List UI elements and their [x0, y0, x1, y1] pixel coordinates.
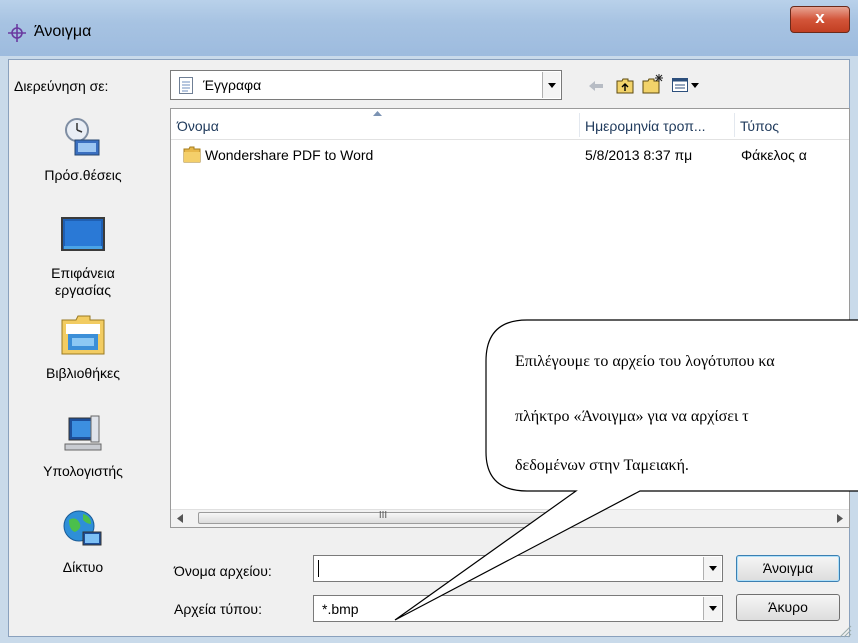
place-desktop-label: Επιφάνεια εργασίας	[51, 265, 115, 298]
chevron-down-icon	[708, 566, 717, 571]
open-button[interactable]: Άνοιγμα	[736, 555, 840, 582]
lookin-combobox[interactable]: Έγγραφα	[170, 70, 562, 100]
filename-dropdown-button[interactable]	[703, 557, 721, 580]
resize-grip-icon[interactable]	[838, 624, 852, 638]
list-item[interactable]: Wondershare PDF to Word 5/8/2013 8:37 πμ…	[171, 143, 849, 167]
scroll-grip: III	[378, 510, 388, 521]
text-caret	[318, 560, 319, 577]
place-libraries-label: Βιβλιοθήκες	[46, 365, 120, 381]
callout-line-1: Επιλέγουμε το αρχείο του λογότυπου κα	[515, 353, 775, 370]
filename-label: Όνομα αρχείου:	[174, 563, 272, 579]
title-bar[interactable]: Άνοιγμα x	[0, 0, 858, 56]
filetype-combobox[interactable]: *.bmp	[313, 595, 723, 622]
scroll-left-icon[interactable]	[177, 514, 183, 523]
item-date: 5/8/2013 8:37 πμ	[585, 147, 693, 163]
lookin-value: Έγγραφα	[203, 77, 262, 93]
horizontal-scrollbar[interactable]: III	[171, 509, 849, 527]
callout-line-2: πλήκτρο «Άνοιγμα» για να αρχίσει τ	[515, 408, 749, 425]
column-type-header[interactable]: Τύπος	[734, 109, 849, 139]
scroll-right-icon[interactable]	[837, 514, 843, 523]
window-title: Άνοιγμα	[34, 23, 92, 40]
app-crosshair-icon	[8, 24, 26, 42]
place-recent-label: Πρόσ.θέσεις	[44, 167, 122, 183]
place-libraries[interactable]: Βιβλιοθήκες	[8, 314, 158, 382]
filename-combobox[interactable]	[313, 555, 723, 582]
lookin-dropdown-button[interactable]	[542, 72, 560, 98]
computer-icon	[64, 415, 102, 451]
new-folder-icon[interactable]	[642, 74, 664, 94]
desktop-icon	[61, 217, 105, 251]
lookin-label: Διερεύνηση σε:	[14, 78, 109, 94]
place-recent[interactable]: Πρόσ.θέσεις	[8, 116, 158, 184]
up-folder-icon[interactable]	[616, 78, 634, 94]
cancel-button[interactable]: Άκυρο	[736, 594, 840, 621]
back-arrow-icon[interactable]	[588, 80, 604, 92]
folder-icon	[183, 146, 201, 163]
chevron-down-icon	[708, 606, 717, 611]
item-name: Wondershare PDF to Word	[205, 147, 374, 163]
libraries-icon	[61, 315, 105, 355]
list-header: Όνομα Ημερομηνία τροπ... Τύπος	[171, 109, 849, 140]
open-dialog-window: Άνοιγμα x Διερεύνηση σε: Έγγραφα Πρόσ.θέ…	[0, 0, 858, 643]
item-type: Φάκελος α	[741, 147, 807, 163]
filetype-label: Αρχεία τύπου:	[174, 601, 262, 617]
view-menu-icon[interactable]	[672, 78, 700, 92]
scrollbar-thumb[interactable]: III	[198, 510, 568, 524]
recent-places-icon	[65, 118, 100, 156]
close-icon: x	[815, 8, 825, 27]
network-icon	[63, 510, 102, 546]
documents-icon	[179, 77, 193, 94]
place-network-label: Δίκτυο	[62, 559, 104, 575]
sort-ascending-icon	[373, 111, 382, 116]
place-desktop[interactable]: Επιφάνεια εργασίας	[8, 216, 158, 299]
close-button[interactable]: x	[790, 6, 850, 33]
place-computer[interactable]: Υπολογιστής	[8, 414, 158, 480]
place-network[interactable]: Δίκτυο	[8, 508, 158, 576]
filetype-value: *.bmp	[322, 601, 359, 617]
filetype-dropdown-button[interactable]	[703, 597, 721, 620]
callout-line-3: δεδομένων στην Ταμειακή.	[515, 457, 689, 474]
file-list[interactable]: Όνομα Ημερομηνία τροπ... Τύπος Wondersha…	[170, 108, 850, 528]
chevron-down-icon	[547, 82, 556, 88]
place-computer-label: Υπολογιστής	[43, 463, 123, 479]
column-date-header[interactable]: Ημερομηνία τροπ...	[579, 109, 734, 139]
